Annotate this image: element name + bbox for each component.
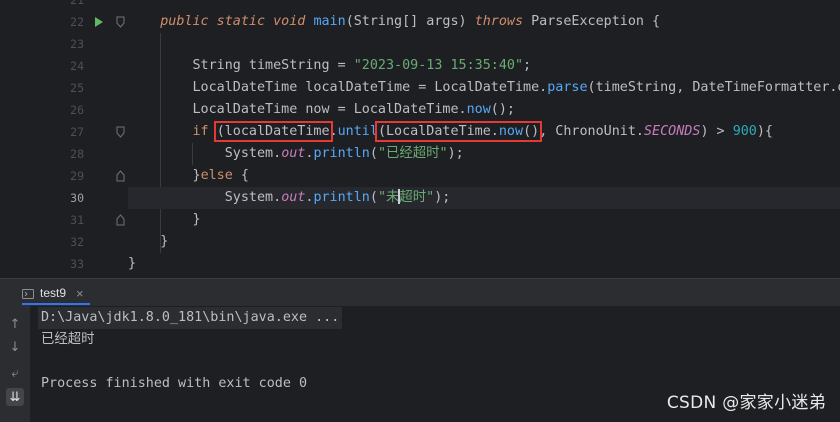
code-line-22: public static void main(String[] args) t… [160, 14, 661, 29]
gutter-line: 24 [0, 55, 120, 77]
gutter-line: 23 [0, 33, 120, 55]
console-command-line[interactable]: D:\Java\jdk1.8.0_181\bin\java.exe ... [38, 307, 343, 329]
console-output-line: 已经超时 [41, 332, 95, 347]
arrow-up-icon[interactable]: ↑ [6, 315, 24, 333]
gutter-line: 28 [0, 143, 120, 165]
code-line-33: } [128, 256, 137, 271]
fold-open-icon[interactable] [116, 126, 125, 138]
run-tab-bar: test9 × [0, 278, 840, 306]
highlight-box-receiver: (localDateTime [213, 121, 333, 142]
line-number: 28 [70, 147, 84, 161]
line-number: 32 [70, 235, 84, 249]
code-line-29: }else { [128, 168, 249, 183]
scroll-to-end-icon[interactable]: ⇊ [6, 388, 24, 406]
line-number: 24 [70, 59, 84, 73]
fold-close-icon[interactable] [116, 170, 125, 182]
code-line-24: String timeString = "2023-09-13 15:35:40… [128, 58, 532, 73]
line-number: 27 [70, 125, 84, 139]
gutter-line: 25 [0, 77, 120, 99]
code-area[interactable]: public static void main(String[] args) t… [128, 0, 840, 278]
close-icon[interactable]: × [76, 286, 84, 301]
line-number: 31 [70, 213, 84, 227]
gutter-line: 32 [0, 231, 120, 253]
fold-close-icon[interactable] [116, 214, 125, 226]
run-tab-test9[interactable]: test9 × [22, 283, 90, 305]
run-tool-window: test9 × ↑ ↓ ⤶ ⇊ D:\Java\jdk1.8.0_181\bin… [0, 278, 840, 422]
watermark: CSDN @家家小迷弟 [666, 393, 826, 413]
soft-wrap-icon[interactable]: ⤶ [6, 364, 24, 382]
line-number: 26 [70, 103, 84, 117]
code-line-25: LocalDateTime localDateTime = LocalDateT… [128, 80, 840, 95]
code-line-27: if (localDateTime.until(LocalDateTime.no… [192, 121, 773, 142]
code-line-31: } [128, 212, 201, 227]
run-side-toolbar: ↑ ↓ ⤶ ⇊ [0, 306, 30, 422]
line-number-gutter: 21 22 23 24 25 26 27 28 29 30 31 32 33 [0, 0, 125, 278]
line-number: 25 [70, 81, 84, 95]
run-gutter-icon[interactable] [95, 17, 103, 27]
gutter-line: 21 [0, 0, 120, 11]
gutter-line: 29 [0, 165, 125, 187]
line-number: 21 [70, 0, 84, 7]
line-number: 23 [70, 37, 84, 51]
fold-open-icon[interactable] [116, 16, 125, 28]
code-line-30: System.out.println("未超时"); [128, 187, 840, 209]
line-number: 22 [70, 15, 84, 29]
code-line-28: System.out.println("已经超时"); [128, 146, 464, 161]
run-tab-label: test9 [40, 286, 67, 300]
line-number: 29 [70, 169, 84, 183]
code-line-26: LocalDateTime now = LocalDateTime.now(); [128, 102, 515, 117]
gutter-line: 30 [0, 187, 120, 209]
run-config-icon [22, 288, 34, 299]
gutter-line: 31 [0, 209, 125, 231]
console-exit-line: Process finished with exit code 0 [41, 376, 308, 391]
gutter-line: 26 [0, 99, 120, 121]
gutter-line: 22 [0, 11, 125, 33]
gutter-line: 27 [0, 121, 125, 143]
code-editor[interactable]: 21 22 23 24 25 26 27 28 29 30 31 32 33 p… [0, 0, 840, 278]
highlight-box-argument: (LocalDateTime.now() [374, 121, 543, 142]
gutter-line: 33 [0, 253, 120, 275]
arrow-down-icon[interactable]: ↓ [6, 338, 24, 356]
line-number: 33 [70, 257, 84, 271]
line-number: 30 [70, 191, 84, 205]
code-line-32: } [128, 234, 169, 249]
